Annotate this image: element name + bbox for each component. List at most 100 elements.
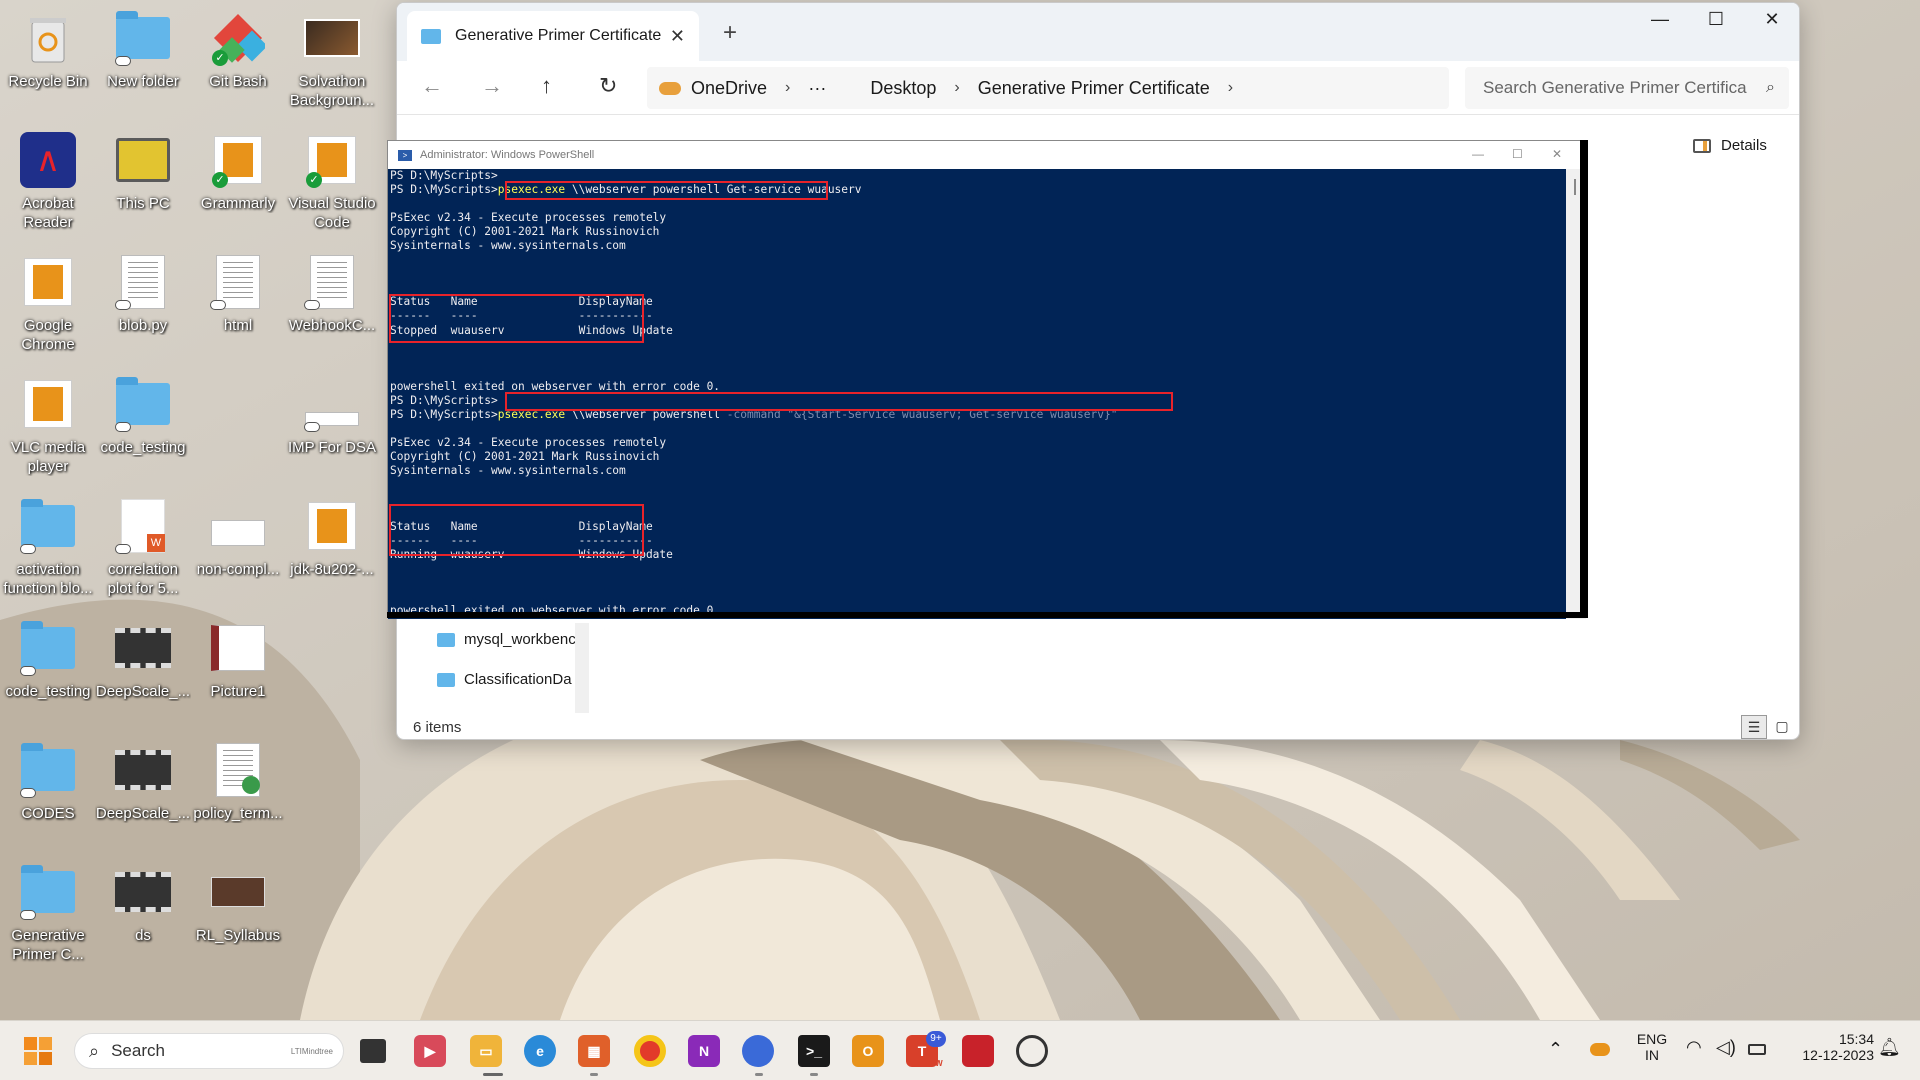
task-view-icon[interactable] xyxy=(360,1039,386,1063)
breadcrumb-folder[interactable]: Generative Primer Certificate xyxy=(978,78,1210,99)
running-indicator xyxy=(810,1073,818,1076)
folder-icon xyxy=(115,10,171,66)
file-explorer-icon[interactable]: ▭ xyxy=(470,1035,502,1067)
desktop-icon-vlc[interactable]: VLC media player xyxy=(0,370,96,480)
breadcrumb-desktop[interactable]: Desktop xyxy=(870,78,936,99)
desktop-icon-acrobat[interactable]: ∧ Acrobat Reader xyxy=(0,126,96,236)
desktop-icon-policy[interactable]: policy_term... xyxy=(190,736,286,846)
up-arrow-icon[interactable]: ↑ xyxy=(541,73,552,99)
desktop-icon-generative-primer[interactable]: Generative Primer C... xyxy=(0,858,96,968)
desktop-icon-correlation[interactable]: W correlation plot for 5... xyxy=(95,492,191,602)
desktop-icon-chrome[interactable]: Google Chrome xyxy=(0,248,96,358)
desktop-icon-webhook[interactable]: WebhookC... xyxy=(284,248,380,358)
close-window-button[interactable]: ✕ xyxy=(1743,9,1799,30)
minimize-button[interactable]: — xyxy=(1631,9,1689,30)
video-file-icon xyxy=(115,864,171,920)
outlook-app-icon[interactable]: O xyxy=(852,1035,884,1067)
desktop-icon-label: non-compl... xyxy=(196,561,280,578)
tab-title: Generative Primer Certificate xyxy=(455,27,662,44)
desktop-icon-vscode[interactable]: ✓ Visual Studio Code xyxy=(284,126,380,236)
desktop-icon-git-bash[interactable]: ✓ Git Bash xyxy=(190,4,286,114)
battery-icon[interactable] xyxy=(1748,1044,1766,1055)
desktop-icon-label: DeepScale_... xyxy=(95,805,191,822)
show-hidden-icons-chevron-up-icon[interactable]: ⌃ xyxy=(1548,1039,1563,1060)
desktop-icon-blob-py[interactable]: blob.py xyxy=(95,248,191,358)
meet-app-icon[interactable]: ▶ xyxy=(414,1035,446,1067)
chrome-browser-icon[interactable] xyxy=(634,1035,666,1067)
store-app-icon[interactable]: ▦ xyxy=(578,1035,610,1067)
forward-arrow-icon[interactable]: → xyxy=(481,73,503,99)
status-item-count: 6 items xyxy=(413,719,462,736)
onenote-app-icon[interactable]: N xyxy=(688,1035,720,1067)
desktop-icon-recycle-bin[interactable]: Recycle Bin xyxy=(0,4,96,114)
document-icon xyxy=(210,498,266,554)
details-view-icon[interactable]: ☰ xyxy=(1741,715,1767,739)
close-tab-icon[interactable]: ✕ xyxy=(670,26,685,47)
desktop-icon-html[interactable]: html xyxy=(190,248,286,358)
console-line: Copyright (C) 2001-2021 Mark Russinovich xyxy=(390,225,660,239)
details-button[interactable]: Details xyxy=(1693,137,1767,154)
image-file-icon xyxy=(210,620,266,676)
language-indicator[interactable]: ENG IN xyxy=(1632,1031,1672,1063)
breadcrumb[interactable]: OneDrive › ··· Desktop › Generative Prim… xyxy=(647,67,1449,109)
powershell-icon: > xyxy=(398,149,412,161)
desktop-icon-label: jdk-8u202-... xyxy=(290,561,374,578)
desktop-icon-deepscale-1[interactable]: DeepScale_... xyxy=(95,614,191,724)
close-window-button[interactable]: ✕ xyxy=(1552,147,1562,161)
start-button[interactable] xyxy=(22,1035,54,1067)
desktop-icon-ds[interactable]: ds xyxy=(95,858,191,968)
chrome-profile-icon[interactable] xyxy=(742,1035,774,1067)
folder-icon xyxy=(437,672,455,687)
nav-item-classification[interactable]: ClassificationDa xyxy=(437,671,572,688)
maximize-button[interactable]: ☐ xyxy=(1512,147,1523,161)
nav-item-mysql[interactable]: mysql_workbenc xyxy=(437,631,576,648)
desktop-icon-solvathon[interactable]: Solvathon Backgroun... xyxy=(284,4,380,114)
desktop-icon-codes[interactable]: CODES xyxy=(0,736,96,846)
desktop-icon-rl-syllabus[interactable]: RL_Syllabus xyxy=(190,858,286,968)
onedrive-tray-icon[interactable] xyxy=(1590,1043,1610,1056)
console-line: Sysinternals - www.sysinternals.com xyxy=(390,239,626,253)
desktop-icon-this-pc[interactable]: This PC xyxy=(95,126,191,236)
desktop-icon-label: ds xyxy=(135,927,151,944)
desktop-icon-non-compl[interactable]: non-compl... xyxy=(190,492,286,602)
powershell-title-bar: > Administrator: Windows PowerShell — ☐ … xyxy=(388,141,1586,169)
clock[interactable]: 15:34 12-12-2023 xyxy=(1784,1031,1874,1063)
running-indicator xyxy=(483,1073,503,1076)
highlight-box-cmd2 xyxy=(505,392,1173,411)
minimize-button[interactable]: — xyxy=(1472,147,1484,161)
pdf-app-icon[interactable] xyxy=(962,1035,994,1067)
tiles-view-icon[interactable]: ▢ xyxy=(1769,715,1795,739)
maximize-button[interactable]: ☐ xyxy=(1687,9,1745,30)
clock-time: 15:34 xyxy=(1838,1031,1874,1047)
new-tab-button[interactable]: + xyxy=(723,19,737,47)
desktop-icon-code-testing[interactable]: code_testing xyxy=(95,370,191,480)
wifi-icon[interactable]: ◠ xyxy=(1686,1037,1702,1058)
explorer-tab-bar: Generative Primer Certificate ✕ + — ☐ ✕ xyxy=(397,3,1799,61)
taskbar-search[interactable]: ⌕ Search LTIMindtree xyxy=(74,1033,344,1069)
breadcrumb-more[interactable]: ··· xyxy=(808,78,826,99)
new-badge: NEW xyxy=(924,1059,943,1068)
window-shadow-edge xyxy=(1580,140,1588,618)
desktop-icon-new-folder[interactable]: New folder xyxy=(95,4,191,114)
nav-pane-scrollbar[interactable] xyxy=(575,623,589,713)
desktop-icon-code-testing-2[interactable]: code_testing xyxy=(0,614,96,724)
desktop-icon-jdk[interactable]: jdk-8u202-... xyxy=(284,492,380,602)
search-input[interactable]: Search Generative Primer Certifica ⌕ xyxy=(1465,67,1789,109)
desktop-icon-imp-dsa[interactable]: IMP For DSA xyxy=(284,370,380,480)
desktop-icon-picture1[interactable]: Picture1 xyxy=(190,614,286,724)
back-arrow-icon[interactable]: ← xyxy=(421,73,443,99)
desktop-icon-grammarly[interactable]: ✓ Grammarly xyxy=(190,126,286,236)
clock-app-icon[interactable] xyxy=(1016,1035,1048,1067)
volume-icon[interactable]: ◁) xyxy=(1716,1037,1736,1058)
scrollbar-thumb[interactable] xyxy=(1574,179,1576,195)
image-file-icon xyxy=(210,864,266,920)
edge-browser-icon[interactable]: e xyxy=(524,1035,556,1067)
desktop-icon-activation[interactable]: activation function blo... xyxy=(0,492,96,602)
terminal-app-icon[interactable]: >_ xyxy=(798,1035,830,1067)
desktop-icon-deepscale-2[interactable]: DeepScale_... xyxy=(95,736,191,846)
breadcrumb-onedrive[interactable]: OneDrive xyxy=(691,78,767,99)
explorer-tab[interactable]: Generative Primer Certificate ✕ xyxy=(407,11,699,61)
notification-bell-icon[interactable]: 🔔︎ xyxy=(1878,1037,1901,1058)
console-line: PsExec v2.34 - Execute processes remotel… xyxy=(390,435,667,449)
refresh-icon[interactable]: ↻ xyxy=(599,73,617,99)
